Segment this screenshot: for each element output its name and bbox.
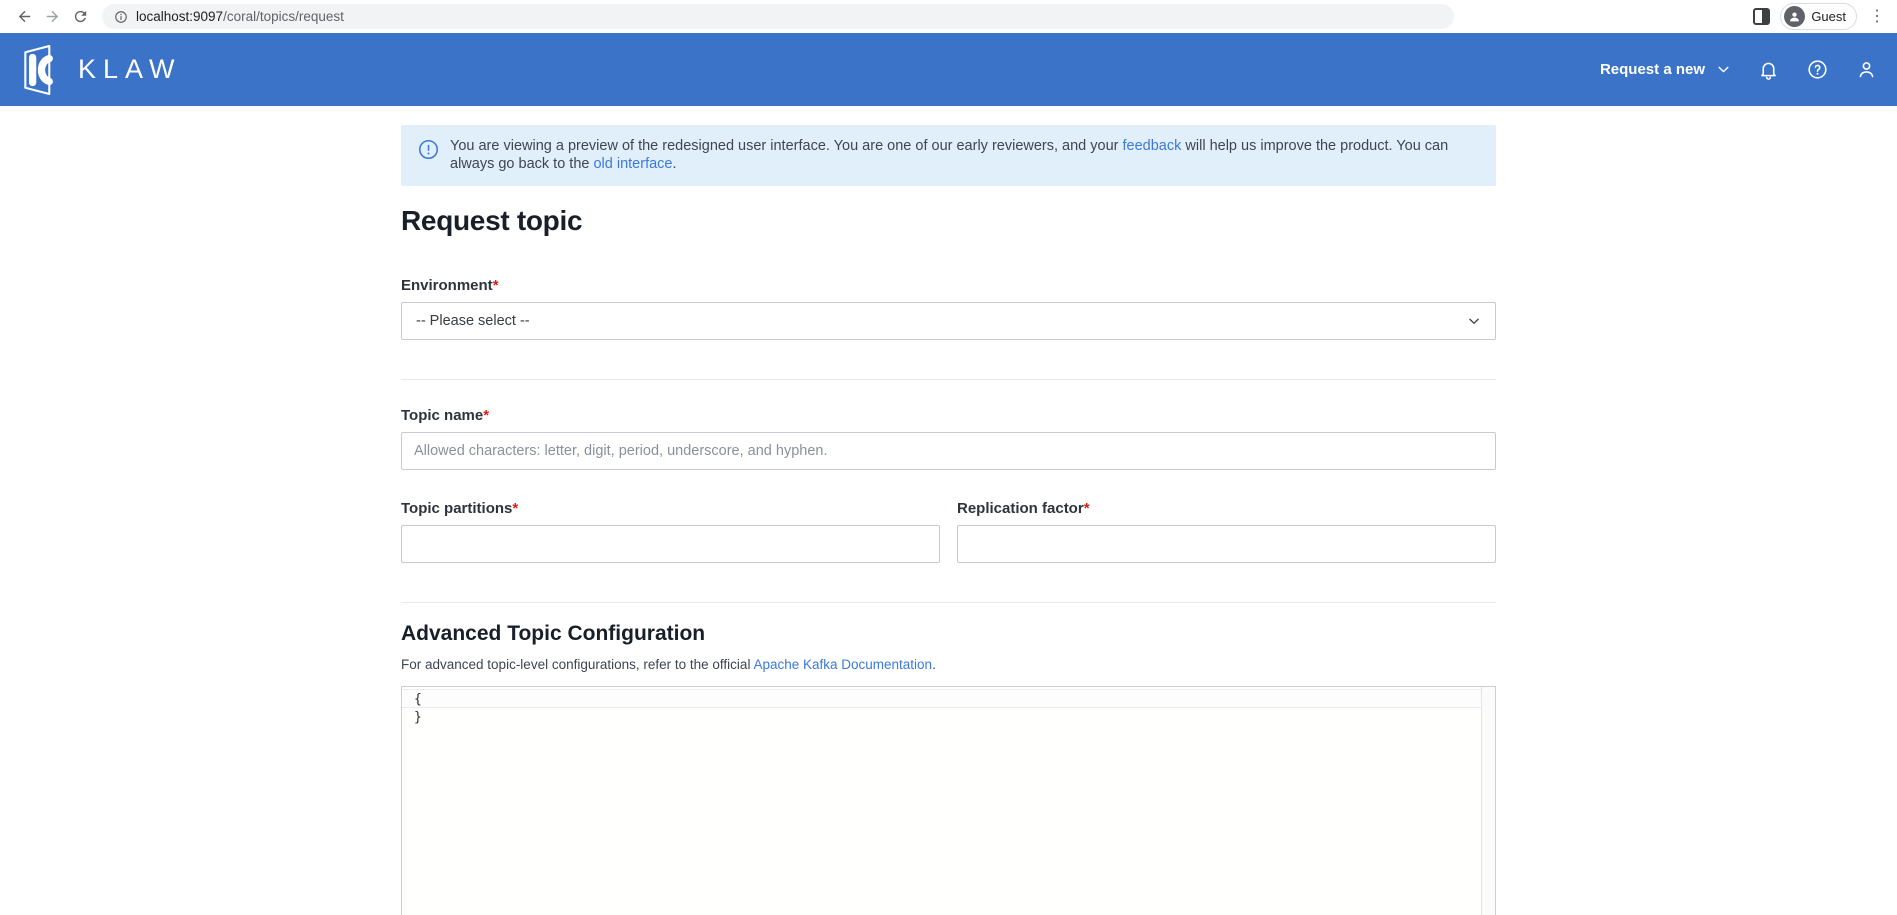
required-asterisk: * — [1084, 500, 1090, 517]
partitions-replication-row: Topic partitions* Replication factor* — [401, 500, 1496, 563]
page-title: Request topic — [401, 205, 1496, 237]
browser-back-button[interactable] — [10, 3, 38, 31]
page-info-icon[interactable] — [114, 10, 128, 24]
replication-factor-field: Replication factor* — [957, 500, 1496, 563]
browser-menu-icon[interactable]: ⋮ — [1867, 9, 1887, 25]
url-text[interactable]: localhost:9097/coral/topics/request — [136, 9, 344, 24]
required-asterisk: * — [512, 500, 518, 517]
environment-select[interactable]: -- Please select -- — [401, 302, 1496, 340]
klaw-logo[interactable]: KLAW — [20, 45, 182, 95]
topic-name-label: Topic name* — [401, 407, 1496, 424]
replication-factor-input[interactable] — [957, 525, 1496, 563]
main-content: You are viewing a preview of the redesig… — [401, 125, 1496, 915]
banner-text-pre: You are viewing a preview of the redesig… — [450, 138, 1123, 154]
user-icon — [1856, 59, 1877, 80]
profile-button[interactable] — [1855, 59, 1877, 81]
reload-icon — [72, 8, 89, 25]
apache-kafka-doc-link[interactable]: Apache Kafka Documentation — [753, 657, 932, 672]
topic-name-input[interactable] — [401, 432, 1496, 470]
environment-select-value: -- Please select -- — [416, 313, 1467, 329]
topic-name-field: Topic name* — [401, 407, 1496, 470]
editor-line: } — [402, 708, 1495, 727]
forward-arrow-icon — [44, 8, 61, 25]
topic-partitions-field: Topic partitions* — [401, 500, 940, 563]
info-icon — [418, 139, 439, 160]
help-button[interactable] — [1806, 59, 1828, 81]
environment-field: Environment* -- Please select -- — [401, 277, 1496, 340]
klaw-logo-icon — [20, 45, 64, 95]
editor-line: { — [402, 689, 1495, 708]
avatar — [1784, 6, 1805, 27]
section-divider — [401, 379, 1496, 380]
question-circle-icon — [1807, 59, 1828, 80]
brand-wordmark: KLAW — [78, 54, 182, 85]
browser-profile-chip[interactable]: Guest — [1780, 3, 1857, 30]
banner-text: You are viewing a preview of the redesig… — [450, 138, 1460, 173]
advanced-config-description: For advanced topic-level configurations,… — [401, 657, 1496, 672]
replication-factor-label: Replication factor* — [957, 500, 1496, 517]
banner-text-post: . — [672, 156, 676, 172]
feedback-link[interactable]: feedback — [1123, 138, 1182, 154]
notifications-button[interactable] — [1757, 59, 1779, 81]
section-divider — [401, 602, 1496, 603]
browser-reload-button[interactable] — [66, 3, 94, 31]
editor-lines: { } — [402, 687, 1495, 727]
browser-chrome: localhost:9097/coral/topics/request Gues… — [0, 0, 1897, 33]
required-asterisk: * — [493, 277, 499, 294]
topic-partitions-input[interactable] — [401, 525, 940, 563]
bell-icon — [1758, 59, 1779, 80]
topic-partitions-label: Topic partitions* — [401, 500, 940, 517]
back-arrow-icon — [16, 8, 33, 25]
url-host: localhost:9097 — [136, 9, 223, 24]
environment-label: Environment* — [401, 277, 1496, 294]
json-config-editor[interactable]: { } — [401, 686, 1496, 915]
address-bar[interactable]: localhost:9097/coral/topics/request — [102, 4, 1454, 29]
editor-scrollbar[interactable] — [1481, 687, 1495, 915]
app-header: KLAW Request a new — [0, 33, 1897, 106]
person-icon — [1788, 10, 1801, 23]
old-interface-link[interactable]: old interface — [593, 156, 672, 172]
side-panel-icon[interactable] — [1753, 8, 1770, 25]
profile-name: Guest — [1811, 9, 1846, 24]
browser-forward-button[interactable] — [38, 3, 66, 31]
chrome-right-controls: Guest ⋮ — [1753, 3, 1887, 30]
header-actions: Request a new — [1600, 59, 1877, 81]
request-a-new-button[interactable]: Request a new — [1600, 61, 1730, 78]
advanced-config-title: Advanced Topic Configuration — [401, 622, 1496, 646]
preview-info-banner: You are viewing a preview of the redesig… — [401, 125, 1496, 186]
required-asterisk: * — [483, 407, 489, 424]
url-path: /coral/topics/request — [223, 9, 344, 24]
select-chevron-icon — [1467, 314, 1481, 328]
request-a-new-label: Request a new — [1600, 61, 1705, 78]
chevron-down-icon — [1717, 63, 1730, 76]
